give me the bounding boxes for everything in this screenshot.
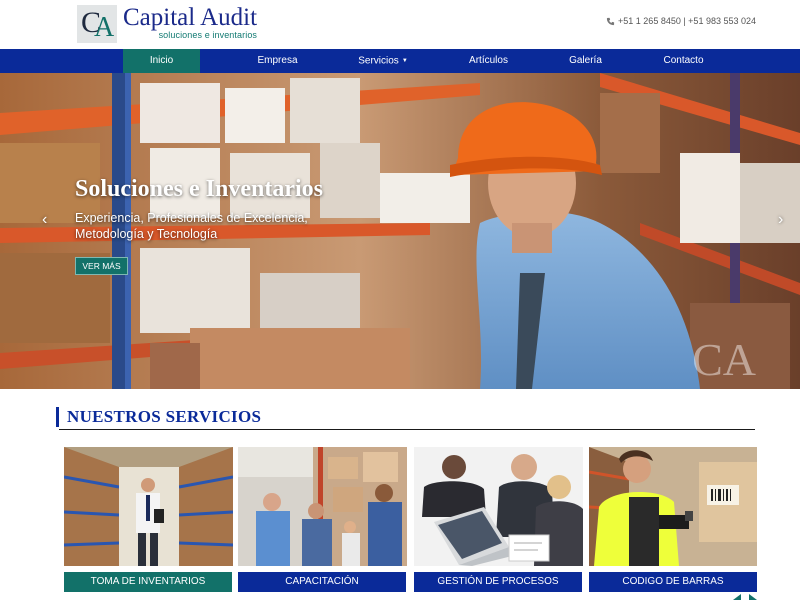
phone-icon <box>606 17 615 25</box>
card-label[interactable]: CAPACITACIÓN <box>238 572 406 592</box>
services-heading: NUESTROS SERVICIOS <box>56 407 261 427</box>
hero-title: Soluciones e Inventarios <box>75 176 324 202</box>
card-label[interactable]: GESTIÓN DE PROCESOS <box>414 572 582 592</box>
brand-name: Capital Audit <box>123 4 258 31</box>
chevron-left-icon[interactable]: ‹ <box>42 211 47 229</box>
carousel-arrows-icon[interactable] <box>733 594 757 600</box>
chevron-right-icon[interactable]: › <box>778 211 783 229</box>
ver-mas-button[interactable]: VER MÁS <box>75 257 128 275</box>
nav-item-servicios[interactable]: Servicios ▼ <box>343 49 423 73</box>
nav-item-inicio[interactable]: Inicio <box>123 49 200 73</box>
card-label[interactable]: TOMA DE INVENTARIOS <box>64 572 232 592</box>
logo[interactable]: CA Capital Audit soluciones e inventario… <box>77 5 257 43</box>
nav-item-articulos[interactable]: Artículos <box>451 49 526 73</box>
nav-item-contacto[interactable]: Contacto <box>646 49 721 73</box>
nav-item-empresa[interactable]: Empresa <box>240 49 315 73</box>
divider <box>59 429 755 430</box>
barcode-scanner-photo-icon <box>589 447 757 566</box>
phone-numbers: +51 1 265 8450 | +51 983 553 024 <box>618 16 756 26</box>
watermark-logo: CA <box>692 334 756 385</box>
meeting-photo-icon <box>414 447 583 566</box>
card-label[interactable]: CODIGO DE BARRAS <box>589 572 757 592</box>
brand-tagline: soluciones e inventarios <box>158 30 258 40</box>
caret-down-icon: ▼ <box>401 58 408 64</box>
warehouse-photo-icon <box>64 447 233 566</box>
main-nav: Inicio Empresa Servicios ▼ Artículos Gale… <box>0 49 800 73</box>
nav-item-galeria[interactable]: Galería <box>548 49 623 73</box>
hero-slider: Soluciones e Inventarios Experiencia, Pr… <box>0 73 800 389</box>
site-header: CA Capital Audit soluciones e inventario… <box>0 0 800 49</box>
training-photo-icon <box>238 447 407 566</box>
contact-phones: +51 1 265 8450 | +51 983 553 024 <box>606 16 756 26</box>
hero-subtitle: Experiencia, Profesionales de Excelencia… <box>75 211 308 241</box>
logo-mark-icon: CA <box>77 5 117 43</box>
